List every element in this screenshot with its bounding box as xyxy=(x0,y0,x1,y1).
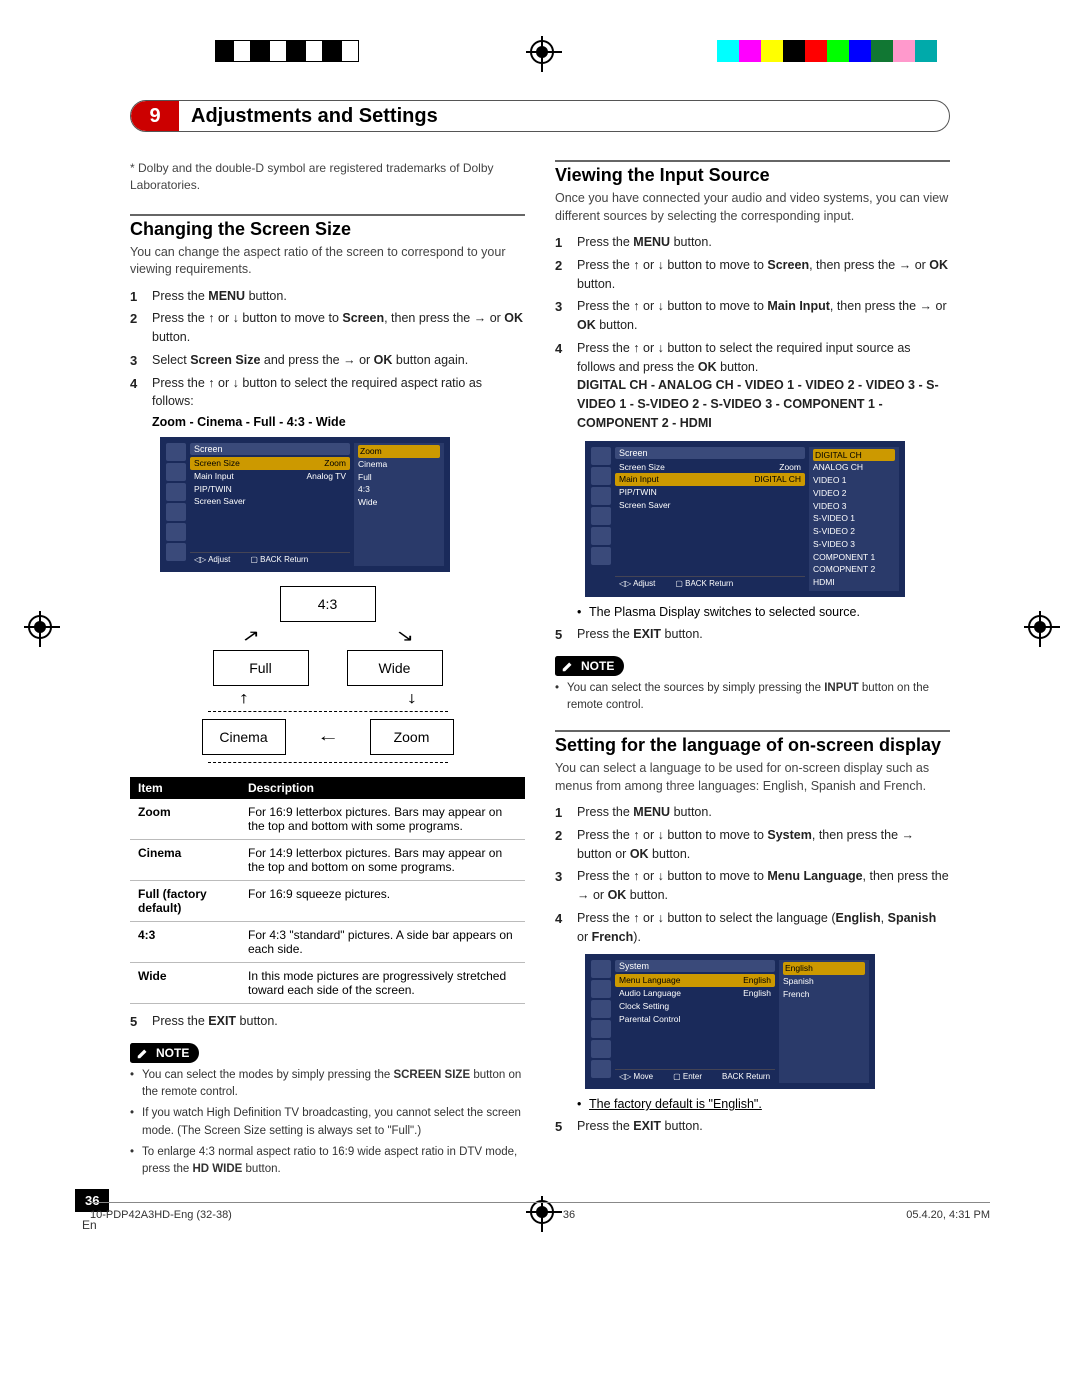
registration-mark-icon xyxy=(1028,615,1052,639)
note-list: You can select the modes by simply press… xyxy=(130,1067,525,1179)
step: Press the ↑ or ↓ button to move to Syste… xyxy=(555,826,950,864)
section-title: Setting for the language of on-screen di… xyxy=(555,730,950,756)
steps-list: Press the MENU button. Press the ↑ or ↓ … xyxy=(130,287,525,412)
chapter-header: 9 Adjustments and Settings xyxy=(130,100,950,132)
section-desc: Once you have connected your audio and v… xyxy=(555,190,950,225)
osd-screenshot: Screen Screen SizeZoom Main InputAnalog … xyxy=(160,437,450,572)
pencil-icon xyxy=(136,1046,150,1060)
print-footer: 10-PDP42A3HD-Eng (32-38) 36 05.4.20, 4:3… xyxy=(90,1202,990,1221)
osd-screenshot: Screen Screen SizeZoom Main InputDIGITAL… xyxy=(585,441,905,597)
step: Press the MENU button. xyxy=(555,233,950,252)
step: Press the MENU button. xyxy=(130,287,525,306)
chapter-title: Adjustments and Settings xyxy=(179,105,438,128)
step: Press the ↑ or ↓ button to move to Scree… xyxy=(130,309,525,347)
registration-mark-icon xyxy=(530,40,554,64)
dolby-footnote: * Dolby and the double-D symbol are regi… xyxy=(130,160,525,194)
note-badge: NOTE xyxy=(130,1043,199,1063)
step: Press the ↑ or ↓ button to select the la… xyxy=(555,909,950,947)
step: Press the ↑ or ↓ button to select the re… xyxy=(555,339,950,433)
step: Press the EXIT button. xyxy=(555,625,950,644)
note-badge: NOTE xyxy=(555,656,624,676)
step: Press the ↑ or ↓ button to move to Scree… xyxy=(555,256,950,294)
step: Press the ↑ or ↓ button to select the re… xyxy=(130,374,525,412)
step: Select Screen Size and press the → or OK… xyxy=(130,351,525,370)
pencil-icon xyxy=(561,659,575,673)
osd-screenshot: System Menu LanguageEnglish Audio Langua… xyxy=(585,954,875,1089)
section-desc: You can change the aspect ratio of the s… xyxy=(130,244,525,279)
sub-bullet: The Plasma Display switches to selected … xyxy=(577,605,950,619)
step: Press the EXIT button. xyxy=(130,1012,525,1031)
cycle-text: Zoom - Cinema - Full - 4:3 - Wide xyxy=(152,415,525,429)
chapter-number: 9 xyxy=(131,101,179,131)
step: Press the ↑ or ↓ button to move to Main … xyxy=(555,297,950,335)
section-title: Viewing the Input Source xyxy=(555,160,950,186)
step: Press the ↑ or ↓ button to move to Menu … xyxy=(555,867,950,905)
right-column: Viewing the Input Source Once you have c… xyxy=(555,152,950,1182)
step: Press the EXIT button. xyxy=(555,1117,950,1136)
step: Press the MENU button. xyxy=(555,803,950,822)
sub-bullet: The factory default is "English". xyxy=(577,1097,950,1111)
left-column: * Dolby and the double-D symbol are regi… xyxy=(130,152,525,1182)
registration-mark-icon xyxy=(28,615,52,639)
section-title: Changing the Screen Size xyxy=(130,214,525,240)
page-body: 9 Adjustments and Settings * Dolby and t… xyxy=(130,100,950,1182)
mode-flow-diagram: 4:3 ↗↘ FullWide ↑↓ Cinema←Zoom xyxy=(198,582,458,763)
modes-table: ItemDescription ZoomFor 16:9 letterbox p… xyxy=(130,777,525,1004)
